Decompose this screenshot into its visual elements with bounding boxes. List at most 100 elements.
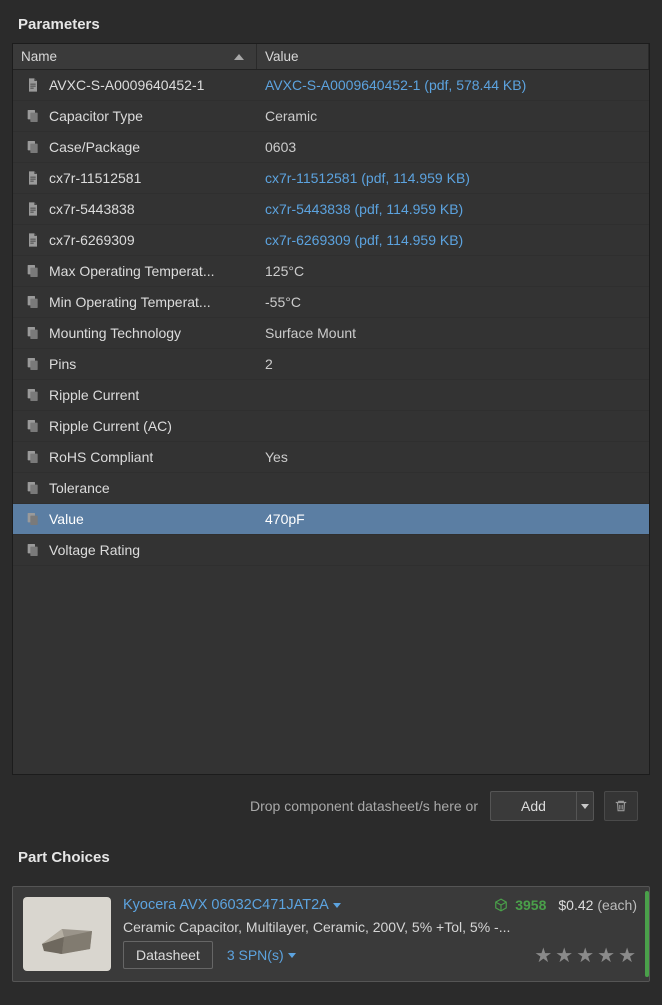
- cell-name: Capacitor Type: [13, 108, 257, 124]
- spn-label: 3 SPN(s): [227, 947, 284, 963]
- star-icon: ★: [534, 943, 553, 968]
- parameter-value-link[interactable]: AVXC-S-A0009640452-1 (pdf, 578.44 KB): [257, 77, 649, 93]
- rating-stars[interactable]: ★ ★ ★ ★ ★: [534, 943, 637, 968]
- star-icon: ★: [576, 943, 595, 968]
- parameter-value: 125°C: [257, 263, 649, 279]
- table-row[interactable]: AVXC-S-A0009640452-1 AVXC-S-A0009640452-1…: [13, 70, 649, 101]
- cell-name: Tolerance: [13, 480, 257, 496]
- table-row[interactable]: Ripple Current: [13, 380, 649, 411]
- add-button[interactable]: Add: [490, 791, 576, 821]
- table-row[interactable]: Mounting TechnologySurface Mount: [13, 318, 649, 349]
- cell-name: RoHS Compliant: [13, 449, 257, 465]
- parameter-icon: [25, 511, 41, 527]
- table-row[interactable]: Voltage Rating: [13, 535, 649, 566]
- cell-name: cx7r-6269309: [13, 232, 257, 248]
- parameter-name: Pins: [49, 356, 76, 372]
- parameter-name: Ripple Current: [49, 387, 139, 403]
- stock-count: 3958: [515, 897, 546, 913]
- table-row[interactable]: Tolerance: [13, 473, 649, 504]
- parameter-value-link[interactable]: cx7r-5443838 (pdf, 114.959 KB): [257, 201, 649, 217]
- parameter-icon: [25, 325, 41, 341]
- table-row[interactable]: Pins 2: [13, 349, 649, 380]
- cell-name: Max Operating Temperat...: [13, 263, 257, 279]
- trash-icon: [613, 798, 629, 814]
- parameter-value: Yes: [257, 449, 649, 465]
- part-choices-title: Part Choices: [12, 841, 650, 876]
- table-row[interactable]: cx7r-5443838 cx7r-5443838 (pdf, 114.959 K…: [13, 194, 649, 225]
- part-name-link[interactable]: Kyocera AVX 06032C471JAT2A: [123, 897, 341, 913]
- parameter-icon: [25, 108, 41, 124]
- column-header-name-label: Name: [21, 49, 57, 64]
- table-row[interactable]: Value 470pF: [13, 504, 649, 535]
- star-icon: ★: [555, 943, 574, 968]
- price: $0.42 (each): [558, 897, 637, 913]
- parameter-icon: [25, 387, 41, 403]
- parameter-name: RoHS Compliant: [49, 449, 153, 465]
- sort-ascending-icon: [234, 54, 244, 60]
- table-row[interactable]: cx7r-11512581 cx7r-11512581 (pdf, 114.959…: [13, 163, 649, 194]
- cell-name: Min Operating Temperat...: [13, 294, 257, 310]
- parameters-table: Name Value AVXC-S-A0009640452-1AVXC-S-A0…: [12, 43, 650, 775]
- parameter-value: -55°C: [257, 294, 649, 310]
- parameter-name: Voltage Rating: [49, 542, 140, 558]
- table-row[interactable]: Ripple Current (AC): [13, 411, 649, 442]
- table-row[interactable]: RoHS Compliant Yes: [13, 442, 649, 473]
- add-button-group: Add: [490, 791, 594, 821]
- parameter-value-link[interactable]: cx7r-6269309 (pdf, 114.959 KB): [257, 232, 649, 248]
- add-dropdown-button[interactable]: [576, 791, 594, 821]
- star-icon: ★: [618, 943, 637, 968]
- cell-name: Voltage Rating: [13, 542, 257, 558]
- table-body: AVXC-S-A0009640452-1 AVXC-S-A0009640452-1…: [13, 70, 649, 774]
- price-unit: (each): [597, 897, 637, 913]
- part-name-text: Kyocera AVX 06032C471JAT2A: [123, 897, 329, 913]
- table-row[interactable]: Case/Package 0603: [13, 132, 649, 163]
- column-header-value[interactable]: Value: [257, 44, 649, 69]
- parameter-value: 2: [257, 356, 649, 372]
- parameter-name: cx7r-5443838: [49, 201, 135, 217]
- cell-name: Mounting Technology: [13, 325, 257, 341]
- cell-name: cx7r-5443838: [13, 201, 257, 217]
- parameter-name: Ripple Current (AC): [49, 418, 172, 434]
- parameter-value: 0603: [257, 139, 649, 155]
- table-header: Name Value: [13, 44, 649, 70]
- parameters-title: Parameters: [12, 8, 650, 43]
- table-row[interactable]: Min Operating Temperat... -55°C: [13, 287, 649, 318]
- parameter-name: Case/Package: [49, 139, 140, 155]
- drop-bar: Drop component datasheet/s here or Add: [12, 775, 650, 827]
- cell-name: AVXC-S-A0009640452-1: [13, 77, 257, 93]
- parameter-value: Ceramic: [257, 108, 649, 124]
- column-header-name[interactable]: Name: [13, 44, 257, 69]
- part-choice-card[interactable]: Kyocera AVX 06032C471JAT2A 3958 $0.42 (e…: [12, 886, 650, 982]
- cell-name: cx7r-11512581: [13, 170, 257, 186]
- parameter-value: 470pF: [257, 511, 649, 527]
- table-row[interactable]: Capacitor TypeCeramic: [13, 101, 649, 132]
- parameter-icon: [25, 418, 41, 434]
- parameter-icon: [25, 449, 41, 465]
- chevron-down-icon: [333, 903, 341, 908]
- datasheet-button[interactable]: Datasheet: [123, 941, 213, 969]
- parameter-name: cx7r-11512581: [49, 170, 141, 186]
- cell-name: Ripple Current (AC): [13, 418, 257, 434]
- spn-link[interactable]: 3 SPN(s): [227, 947, 296, 963]
- cell-name: Ripple Current: [13, 387, 257, 403]
- parameter-name: Value: [49, 511, 84, 527]
- parameter-name: Mounting Technology: [49, 325, 181, 341]
- part-description: Ceramic Capacitor, Multilayer, Ceramic, …: [123, 919, 637, 935]
- parameter-name: AVXC-S-A0009640452-1: [49, 77, 204, 93]
- parameter-name: Max Operating Temperat...: [49, 263, 214, 279]
- drop-hint: Drop component datasheet/s here or: [250, 798, 478, 814]
- table-row[interactable]: Max Operating Temperat... 125°C: [13, 256, 649, 287]
- parameter-name: Min Operating Temperat...: [49, 294, 211, 310]
- document-icon: [25, 201, 41, 217]
- column-header-value-label: Value: [265, 49, 299, 64]
- parameter-value-link[interactable]: cx7r-11512581 (pdf, 114.959 KB): [257, 170, 649, 186]
- document-icon: [25, 77, 41, 93]
- part-thumbnail: [23, 897, 111, 971]
- delete-button[interactable]: [604, 791, 638, 821]
- table-row[interactable]: cx7r-6269309cx7r-6269309 (pdf, 114.959 K…: [13, 225, 649, 256]
- parameter-icon: [25, 294, 41, 310]
- parameter-icon: [25, 356, 41, 372]
- chevron-down-icon: [288, 953, 296, 958]
- stock-indicator: 3958: [493, 897, 546, 913]
- parameter-icon: [25, 139, 41, 155]
